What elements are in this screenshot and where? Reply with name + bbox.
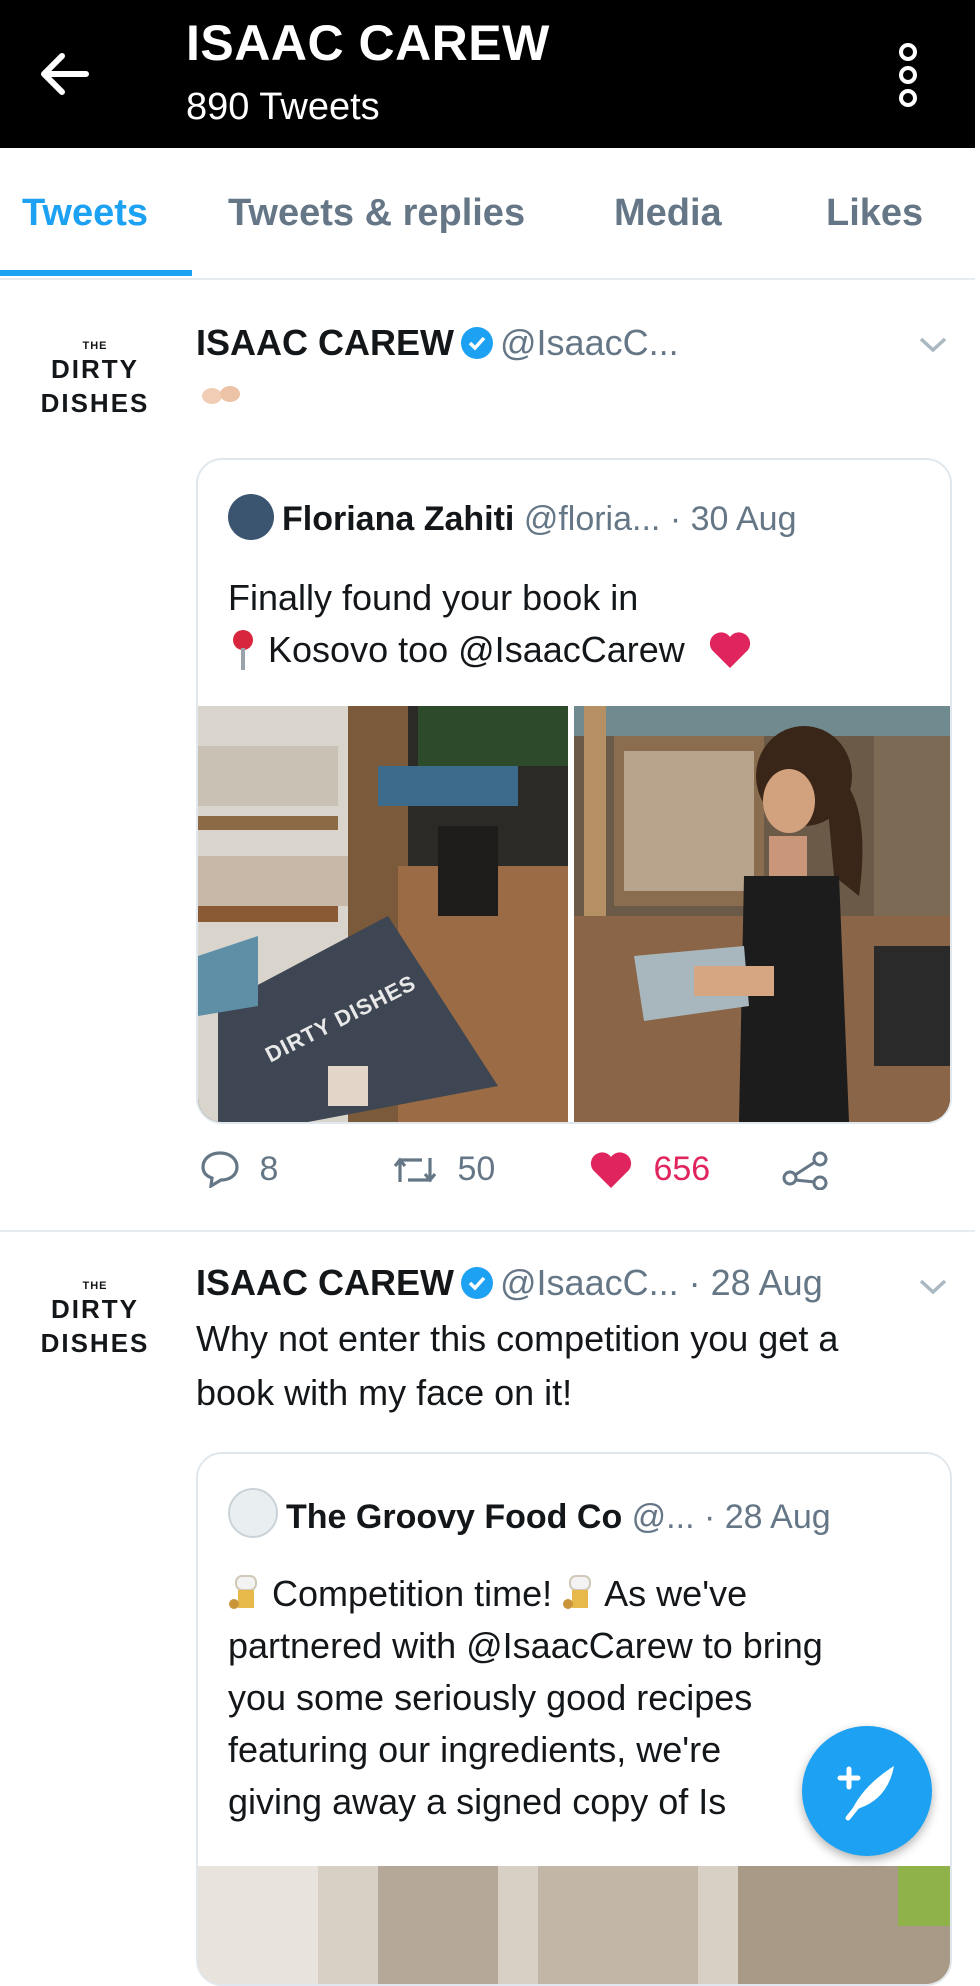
- share-icon: [782, 1151, 828, 1191]
- quoted-tweet-header: The Groovy Food Co @... · 28 Aug: [228, 1488, 831, 1538]
- verified-badge-icon: [460, 1266, 494, 1300]
- author-name[interactable]: ISAAC CAREW: [196, 1262, 454, 1303]
- quoted-author-handle[interactable]: @...: [632, 1498, 695, 1536]
- share-action[interactable]: [782, 1150, 830, 1191]
- active-tab-indicator: [0, 270, 192, 276]
- quoted-author-name[interactable]: Floriana Zahiti: [282, 500, 514, 538]
- chevron-down-icon[interactable]: [916, 334, 950, 356]
- avatar-line1: DIRTY: [51, 354, 139, 384]
- quoted-tweet[interactable]: Floriana Zahiti @floria... · 30 Aug Fina…: [196, 458, 952, 1124]
- photo-bookshelf[interactable]: DIRTY DISHES: [198, 706, 568, 1122]
- photo-woman-reading[interactable]: [574, 706, 950, 1122]
- reply-count: 8: [259, 1150, 279, 1188]
- location-pin-icon: [228, 629, 258, 670]
- quoted-text-part1: Competition time!: [272, 1573, 553, 1614]
- more-vertical-icon[interactable]: [896, 40, 920, 110]
- quoted-tweet-header: Floriana Zahiti @floria... · 30 Aug: [228, 494, 796, 540]
- avatar-line2: DISHES: [40, 1328, 150, 1358]
- tab-likes[interactable]: Likes: [826, 192, 923, 235]
- quoted-author-handle[interactable]: @floria...: [524, 500, 661, 538]
- quoted-text-line5: giving away a signed copy of Is: [228, 1781, 727, 1822]
- quoted-avatar[interactable]: [228, 1488, 278, 1538]
- profile-title: ISAAC CAREW: [186, 15, 550, 71]
- quoted-text-part2: As we've: [604, 1573, 748, 1614]
- compose-tweet-icon: [837, 1766, 894, 1821]
- retweet-count: 50: [457, 1150, 496, 1188]
- retweet-action[interactable]: 50: [392, 1150, 495, 1189]
- tweet-date: · 28 Aug: [688, 1262, 823, 1303]
- avatar-small-text: THE: [82, 340, 108, 352]
- quoted-date: · 28 Aug: [703, 1498, 831, 1536]
- tab-media[interactable]: Media: [614, 192, 722, 235]
- quoted-text-line4: featuring our ingredients, we're: [228, 1729, 722, 1770]
- clapping-emoji-icon: [200, 382, 244, 415]
- quoted-avatar[interactable]: [228, 494, 274, 540]
- quoted-text-line2: partnered with @IsaacCarew to bring: [228, 1625, 823, 1666]
- tweet-text-line1: Why not enter this competition you get a: [196, 1318, 839, 1359]
- red-heart-icon: [695, 629, 753, 670]
- avatar-line2: DISHES: [40, 388, 150, 418]
- chevron-down-icon[interactable]: [916, 1276, 950, 1298]
- tweet-header: ISAAC CAREW @IsaacC...: [196, 322, 679, 364]
- like-count: 656: [653, 1150, 711, 1188]
- verified-badge-icon: [460, 326, 494, 360]
- author-handle[interactable]: @IsaacC...: [500, 322, 679, 363]
- top-bar: ISAAC CAREW 890 Tweets: [0, 0, 975, 148]
- back-arrow-icon[interactable]: [34, 44, 94, 104]
- heart-filled-icon: [590, 1152, 632, 1188]
- avatar[interactable]: THE DIRTY DISHES: [20, 1280, 170, 1360]
- avatar-line1: DIRTY: [51, 1294, 139, 1324]
- quoted-date: · 30 Aug: [669, 500, 797, 538]
- profile-tabs: Tweets Tweets & replies Media Likes: [0, 150, 975, 280]
- author-handle[interactable]: @IsaacC...: [500, 1262, 679, 1303]
- chef-emoji-icon: [562, 1573, 596, 1614]
- quoted-text-line2: Kosovo too @IsaacCarew: [268, 629, 685, 670]
- quoted-media-preview[interactable]: [198, 1866, 950, 1984]
- quoted-text-line1: Competition time! As we've: [228, 1568, 747, 1620]
- quoted-tweet[interactable]: The Groovy Food Co @... · 28 Aug Competi…: [196, 1452, 952, 1986]
- like-action[interactable]: 656: [588, 1150, 710, 1190]
- chef-emoji-icon: [228, 1573, 262, 1614]
- reply-action[interactable]: 8: [200, 1150, 279, 1190]
- quoted-author-name[interactable]: The Groovy Food Co: [286, 1498, 622, 1536]
- retweet-icon: [393, 1157, 437, 1183]
- tweet-count: 890 Tweets: [186, 86, 380, 128]
- compose-tweet-button[interactable]: [802, 1726, 932, 1856]
- quoted-text-line1: Finally found your book in: [228, 577, 639, 618]
- avatar-small-text: THE: [82, 1280, 108, 1292]
- avatar[interactable]: THE DIRTY DISHES: [20, 340, 170, 420]
- quoted-text-line3: you some seriously good recipes: [228, 1677, 753, 1718]
- tweet-text-line2: book with my face on it!: [196, 1372, 573, 1413]
- author-name[interactable]: ISAAC CAREW: [196, 322, 454, 363]
- tab-tweets-replies[interactable]: Tweets & replies: [228, 192, 525, 235]
- tweet-header: ISAAC CAREW @IsaacC... · 28 Aug: [196, 1262, 823, 1304]
- tab-tweets[interactable]: Tweets: [22, 192, 148, 235]
- reply-icon: [201, 1151, 239, 1190]
- quoted-text-line2-wrap: Kosovo too @IsaacCarew: [228, 624, 753, 676]
- tweet-divider: [0, 1230, 975, 1232]
